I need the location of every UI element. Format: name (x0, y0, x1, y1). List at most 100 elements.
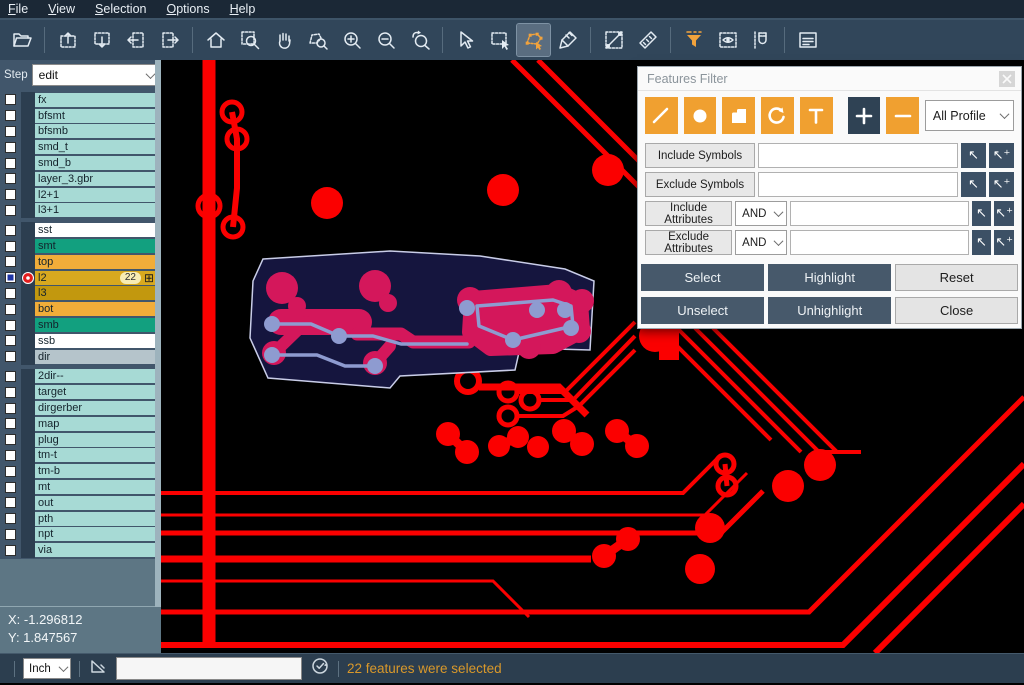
layer-row-active[interactable]: l222⊞ (0, 270, 161, 286)
filter-add-button[interactable] (848, 97, 881, 134)
layer-name[interactable]: tm-b (35, 464, 157, 478)
dialog-titlebar[interactable]: Features Filter (638, 67, 1021, 91)
pick-add-attribute-button[interactable]: ↖⁺ (994, 201, 1014, 226)
layer-visibility-checkbox[interactable] (5, 173, 16, 184)
exclude-attributes-operator-select[interactable]: AND (735, 230, 786, 255)
paint-brush-button[interactable] (551, 24, 584, 56)
layer-row[interactable]: tm-b (0, 463, 161, 479)
layer-visibility-checkbox[interactable] (5, 450, 16, 461)
layer-name[interactable]: layer_3.gbr (35, 172, 157, 186)
filter-arc-button[interactable] (761, 97, 794, 134)
layer-visibility-checkbox[interactable] (5, 158, 16, 169)
layer-visibility-checkbox[interactable] (5, 351, 16, 362)
layer-row[interactable]: sst (0, 222, 161, 238)
layer-row[interactable]: dir (0, 349, 161, 365)
pick-attribute-button[interactable]: ↖ (972, 230, 992, 255)
zoom-home-button[interactable] (199, 24, 232, 56)
highlight-button[interactable]: Highlight (768, 264, 891, 291)
layer-row[interactable]: layer_3.gbr (0, 171, 161, 187)
step-import-down-button[interactable] (85, 24, 118, 56)
menu-file[interactable]: File (8, 2, 28, 16)
layer-visibility-checkbox[interactable] (5, 434, 16, 445)
layer-name[interactable]: 2dir-- (35, 369, 157, 383)
layer-row[interactable]: l2+1 (0, 187, 161, 203)
layer-name[interactable]: smt (35, 239, 157, 253)
layer-visibility-checkbox[interactable] (5, 545, 16, 556)
exclude-symbols-input[interactable] (758, 172, 958, 197)
pick-add-attribute-button[interactable]: ↖⁺ (994, 230, 1014, 255)
layer-row[interactable]: bfsmb (0, 124, 161, 140)
layer-name[interactable]: fx (35, 93, 157, 107)
features-filter-button[interactable] (677, 24, 710, 56)
zoom-window-button[interactable] (233, 24, 266, 56)
filter-visibility-button[interactable] (711, 24, 744, 56)
layer-name[interactable]: bot (35, 302, 157, 316)
layer-name[interactable]: smd_t (35, 140, 157, 154)
layer-visibility-checkbox[interactable] (5, 320, 16, 331)
layer-visibility-checkbox[interactable] (5, 189, 16, 200)
pick-attribute-button[interactable]: ↖ (972, 201, 992, 226)
layer-row[interactable]: pth (0, 511, 161, 527)
layer-row[interactable]: ssb (0, 333, 161, 349)
filter-text-button[interactable] (800, 97, 833, 134)
layer-row[interactable]: top (0, 254, 161, 270)
layer-name[interactable]: map (35, 417, 157, 431)
layer-visibility-checkbox[interactable] (5, 94, 16, 105)
layer-row[interactable]: 2dir-- (0, 369, 161, 385)
pick-add-symbol-button[interactable]: ↖⁺ (989, 172, 1014, 197)
layer-row[interactable]: npt (0, 527, 161, 543)
refresh-check-icon[interactable] (310, 656, 330, 681)
include-symbols-input[interactable] (758, 143, 958, 168)
layer-visibility-checkbox[interactable] (5, 110, 16, 121)
ruler-button[interactable] (631, 24, 664, 56)
layer-name[interactable]: mt (35, 480, 157, 494)
layer-row[interactable]: smd_b (0, 155, 161, 171)
layer-name[interactable]: l2+1 (35, 188, 157, 202)
layer-row[interactable]: smb (0, 317, 161, 333)
menu-options[interactable]: Options (166, 2, 209, 16)
layer-name[interactable]: top (35, 255, 157, 269)
layer-visibility-checkbox[interactable] (5, 142, 16, 153)
layer-name[interactable]: npt (35, 527, 157, 541)
angle-measure-icon[interactable] (88, 656, 108, 681)
layer-name[interactable]: via (35, 543, 157, 557)
exclude-attributes-input[interactable] (790, 230, 969, 255)
layer-visibility-checkbox[interactable] (5, 466, 16, 477)
units-select[interactable]: Inch (23, 658, 71, 679)
layer-visibility-checkbox[interactable] (5, 225, 16, 236)
layer-row[interactable]: map (0, 416, 161, 432)
layer-name[interactable]: target (35, 385, 157, 399)
layer-row[interactable]: dirgerber (0, 400, 161, 416)
layer-row[interactable]: fx (0, 92, 161, 108)
snap-magnet-button[interactable] (745, 24, 778, 56)
layer-name[interactable]: l222⊞ (35, 271, 157, 285)
pick-symbol-button[interactable]: ↖ (961, 143, 986, 168)
layer-row[interactable]: mt (0, 479, 161, 495)
layer-row[interactable]: plug (0, 432, 161, 448)
reset-button[interactable]: Reset (895, 264, 1018, 291)
filter-remove-button[interactable] (886, 97, 919, 134)
profile-select[interactable]: All Profile (925, 100, 1014, 131)
layer-name[interactable]: l3+1 (35, 203, 157, 217)
layer-name[interactable]: l3 (35, 286, 157, 300)
layer-visibility-checkbox[interactable] (5, 126, 16, 137)
include-symbols-button[interactable]: Include Symbols (645, 143, 755, 168)
layer-visibility-checkbox[interactable] (5, 403, 16, 414)
measure-line-button[interactable] (597, 24, 630, 56)
layer-visibility-checkbox[interactable] (5, 497, 16, 508)
layer-name[interactable]: bfsmb (35, 124, 157, 138)
layer-name[interactable]: ssb (35, 334, 157, 348)
layer-visibility-checkbox[interactable] (5, 241, 16, 252)
layer-visibility-checkbox[interactable] (5, 288, 16, 299)
layer-row[interactable]: bfsmt (0, 108, 161, 124)
filter-surface-button[interactable] (722, 97, 755, 134)
filter-line-button[interactable] (645, 97, 678, 134)
open-folder-button[interactable] (5, 24, 38, 56)
layer-name[interactable]: sst (35, 223, 157, 237)
unhighlight-button[interactable]: Unhighlight (768, 297, 891, 324)
layer-row[interactable]: bot (0, 301, 161, 317)
close-button[interactable]: Close (895, 297, 1018, 324)
layer-visibility-checkbox[interactable] (5, 513, 16, 524)
layer-name[interactable]: dirgerber (35, 401, 157, 415)
layer-row[interactable]: tm-t (0, 448, 161, 464)
